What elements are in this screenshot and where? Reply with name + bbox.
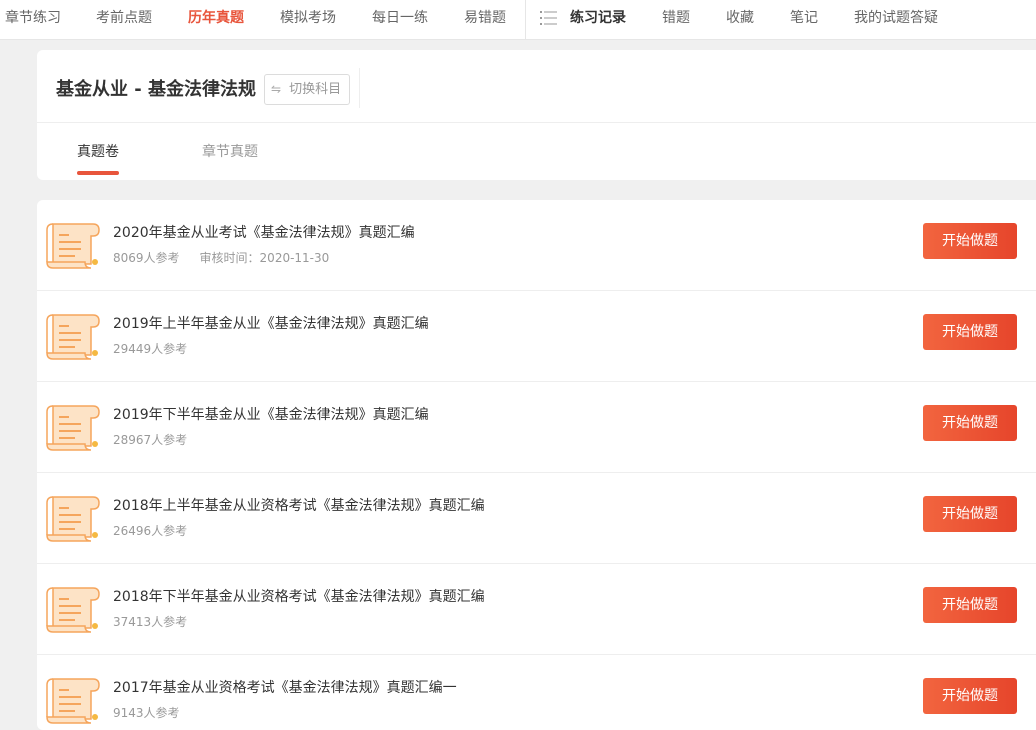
exam-scroll-icon: [46, 678, 100, 724]
header-separator: [37, 122, 1036, 123]
paper-title[interactable]: 2019年下半年基金从业《基金法律法规》真题汇编: [113, 404, 429, 424]
paper-meta: 28967人参考: [113, 431, 207, 448]
paper-meta: 8069人参考 审核时间：2020-11-30: [113, 249, 329, 266]
paper-title[interactable]: 2019年上半年基金从业《基金法律法规》真题汇编: [113, 313, 429, 333]
list-icon: [540, 11, 557, 25]
exam-scroll-icon: [46, 496, 100, 542]
paper-row: 2020年基金从业考试《基金法律法规》真题汇编 8069人参考 审核时间：2020…: [37, 200, 1036, 291]
subject-header-card: 基金从业 - 基金法律法规 ⇋ 切换科目 真题卷 章节真题: [37, 50, 1036, 180]
paper-row: 2018年上半年基金从业资格考试《基金法律法规》真题汇编 26496人参考 开始…: [37, 473, 1036, 564]
start-practice-button[interactable]: 开始做题: [923, 405, 1017, 441]
exam-scroll-icon: [46, 223, 100, 269]
nav-item-chapter-practice[interactable]: 章节练习: [5, 0, 61, 36]
paper-meta: 37413人参考: [113, 613, 207, 630]
switch-subject-button[interactable]: ⇋ 切换科目: [264, 74, 350, 105]
participant-count: 26496人参考: [113, 524, 188, 538]
nav-item-practice-records[interactable]: 练习记录: [570, 0, 626, 36]
start-practice-button[interactable]: 开始做题: [923, 678, 1017, 714]
participant-count: 9143人参考: [113, 706, 180, 720]
paper-title[interactable]: 2020年基金从业考试《基金法律法规》真题汇编: [113, 222, 415, 242]
participant-count: 28967人参考: [113, 433, 188, 447]
tab-chapter-exams[interactable]: 章节真题: [202, 141, 258, 161]
paper-list: 2020年基金从业考试《基金法律法规》真题汇编 8069人参考 审核时间：2020…: [37, 200, 1036, 730]
nav-item-favorites[interactable]: 收藏: [726, 0, 754, 36]
paper-row: 2019年下半年基金从业《基金法律法规》真题汇编 28967人参考 开始做题: [37, 382, 1036, 473]
paper-meta: 26496人参考: [113, 522, 207, 539]
header-divider: [359, 68, 360, 108]
review-time: 审核时间：2020-11-30: [199, 251, 330, 265]
paper-title[interactable]: 2018年下半年基金从业资格考试《基金法律法规》真题汇编: [113, 586, 485, 606]
switch-icon: ⇋: [271, 82, 282, 96]
paper-row: 2017年基金从业资格考试《基金法律法规》真题汇编一 9143人参考 开始做题: [37, 655, 1036, 730]
nav-item-wrong-questions[interactable]: 错题: [662, 0, 690, 36]
exam-scroll-icon: [46, 314, 100, 360]
exam-scroll-icon: [46, 587, 100, 633]
tab-exam-papers[interactable]: 真题卷: [77, 141, 119, 161]
start-practice-button[interactable]: 开始做题: [923, 496, 1017, 532]
start-practice-button[interactable]: 开始做题: [923, 587, 1017, 623]
start-practice-button[interactable]: 开始做题: [923, 223, 1017, 259]
nav-item-error-prone[interactable]: 易错题: [464, 0, 506, 36]
exam-scroll-icon: [46, 405, 100, 451]
active-tab-indicator: [77, 171, 119, 175]
participant-count: 29449人参考: [113, 342, 188, 356]
paper-row: 2019年上半年基金从业《基金法律法规》真题汇编 29449人参考 开始做题: [37, 291, 1036, 382]
nav-item-daily-practice[interactable]: 每日一练: [372, 0, 428, 36]
switch-subject-label: 切换科目: [289, 82, 342, 97]
nav-item-pre-exam-points[interactable]: 考前点题: [96, 0, 152, 36]
participant-count: 8069人参考: [113, 251, 180, 265]
nav-item-mock-exam[interactable]: 模拟考场: [280, 0, 336, 36]
nav-divider: [525, 0, 526, 40]
paper-meta: 9143人参考: [113, 704, 200, 721]
participant-count: 37413人参考: [113, 615, 188, 629]
nav-item-notes[interactable]: 笔记: [790, 0, 818, 36]
start-practice-button[interactable]: 开始做题: [923, 314, 1017, 350]
paper-meta: 29449人参考: [113, 340, 207, 357]
paper-title[interactable]: 2017年基金从业资格考试《基金法律法规》真题汇编一: [113, 677, 457, 697]
top-nav: 章节练习 考前点题 历年真题 模拟考场 每日一练 易错题 练习记录 错题 收藏 …: [0, 0, 1036, 40]
page-title: 基金从业 - 基金法律法规: [56, 79, 257, 100]
paper-title[interactable]: 2018年上半年基金从业资格考试《基金法律法规》真题汇编: [113, 495, 485, 515]
paper-row: 2018年下半年基金从业资格考试《基金法律法规》真题汇编 37413人参考 开始…: [37, 564, 1036, 655]
nav-item-my-questions[interactable]: 我的试题答疑: [854, 0, 938, 36]
nav-item-past-exams[interactable]: 历年真题: [188, 0, 244, 36]
